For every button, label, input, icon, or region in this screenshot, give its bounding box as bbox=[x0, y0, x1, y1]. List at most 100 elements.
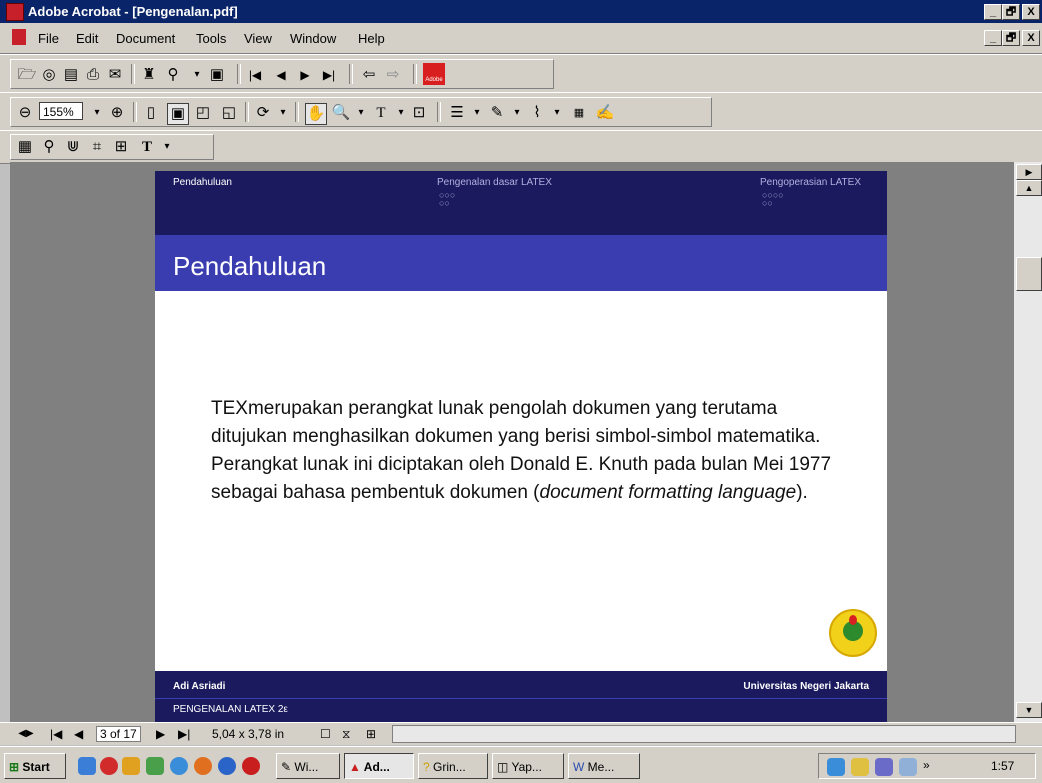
form-tool-icon[interactable]: ⊞ bbox=[111, 137, 131, 157]
doc-close-button[interactable]: X bbox=[1022, 30, 1040, 46]
help-tray-icon[interactable] bbox=[899, 758, 917, 776]
doc-restore-button[interactable]: 🗗 bbox=[1002, 30, 1020, 46]
maximize-button[interactable]: 🗗 bbox=[1002, 4, 1020, 20]
zoom-out-icon[interactable]: ⊖ bbox=[15, 103, 35, 123]
vertical-scrollbar[interactable]: ▶ ▲ ▼ bbox=[1014, 162, 1042, 722]
touchup-dropdown-icon[interactable]: ▾ bbox=[157, 137, 177, 157]
next-page-icon[interactable]: ▶ bbox=[295, 65, 315, 85]
adobe-logo-icon[interactable]: Adobe bbox=[423, 63, 445, 85]
taskbar-button-wi[interactable]: ✎ Wi... bbox=[276, 753, 340, 779]
graphics-select-icon[interactable]: ⊡ bbox=[409, 103, 429, 123]
first-page-icon[interactable]: |◀ bbox=[245, 65, 265, 85]
network-icon[interactable] bbox=[827, 758, 845, 776]
nav-section-pengoperasian-dots[interactable]: ○○○○ ○○ bbox=[762, 191, 784, 208]
navigation-pane-toggle-icon[interactable]: ◀▶ bbox=[12, 724, 40, 744]
single-page-icon[interactable]: ☐ bbox=[320, 727, 331, 741]
open-icon[interactable]: 🗁 bbox=[17, 65, 37, 85]
menu-window[interactable]: Window bbox=[290, 31, 336, 46]
last-page-icon[interactable]: ▶| bbox=[319, 65, 339, 85]
nav-section-pengoperasian[interactable]: Pengoperasian LATEX bbox=[760, 177, 861, 188]
zoom-tool-icon[interactable]: 🔍 bbox=[331, 103, 351, 123]
save-icon[interactable]: ▤ bbox=[61, 65, 81, 85]
zoom-input[interactable]: 155% bbox=[39, 102, 83, 120]
previous-page-icon[interactable]: ◀ bbox=[271, 65, 291, 85]
start-button[interactable]: ⊞ Start bbox=[4, 753, 66, 779]
hand-tool-icon[interactable]: ✋ bbox=[305, 103, 327, 125]
acrobat-app-icon[interactable] bbox=[6, 3, 24, 21]
dropdown-arrow-icon[interactable]: ▾ bbox=[187, 65, 207, 85]
find-icon[interactable]: ♜ bbox=[139, 65, 159, 85]
attach-icon[interactable]: ⚲ bbox=[39, 137, 59, 157]
horizontal-scrollbar[interactable] bbox=[392, 725, 1016, 743]
taskbar-button-grin[interactable]: ? Grin... bbox=[418, 753, 488, 779]
zoom-dropdown-icon[interactable]: ▾ bbox=[87, 103, 107, 123]
email-icon[interactable]: ✉ bbox=[105, 65, 125, 85]
browser-icon[interactable] bbox=[170, 757, 188, 775]
sign-icon[interactable]: ✍ bbox=[595, 103, 615, 123]
opera-icon[interactable] bbox=[242, 757, 260, 775]
nav-section-pendahuluan[interactable]: Pendahuluan bbox=[173, 177, 232, 188]
menu-view[interactable]: View bbox=[244, 31, 272, 46]
media-icon[interactable] bbox=[100, 757, 118, 775]
zoom-in-icon[interactable]: ⊕ bbox=[107, 103, 127, 123]
scroll-down-icon[interactable]: ▼ bbox=[1016, 702, 1042, 718]
go-back-icon[interactable]: ⇦ bbox=[359, 65, 379, 85]
taskbar-button-acrobat[interactable]: ▲ Ad... bbox=[344, 753, 414, 779]
print-icon[interactable]: ⎙ bbox=[83, 65, 103, 85]
tray-expand-icon[interactable]: » bbox=[923, 758, 930, 772]
fit-page-icon[interactable]: ▣ bbox=[167, 103, 189, 125]
language-icon[interactable] bbox=[875, 758, 893, 776]
zoom-tool-dropdown-icon[interactable]: ▾ bbox=[351, 103, 371, 123]
highlight-tool-icon[interactable]: ⌇ bbox=[527, 103, 547, 123]
touchup-text-icon[interactable]: T bbox=[137, 137, 157, 157]
spell-check-icon[interactable]: ▦ bbox=[569, 103, 589, 123]
fit-visible-icon[interactable]: ◱ bbox=[219, 103, 239, 123]
outlook-icon[interactable] bbox=[78, 757, 96, 775]
volume-icon[interactable] bbox=[851, 758, 869, 776]
document-icon[interactable] bbox=[12, 29, 26, 45]
actual-size-icon[interactable]: ▯ bbox=[141, 103, 161, 123]
previous-page-button[interactable]: ◀ bbox=[74, 727, 83, 741]
menu-document[interactable]: Document bbox=[116, 31, 175, 46]
fit-width-icon[interactable]: ◰ bbox=[193, 103, 213, 123]
link-tool-icon[interactable]: ⋓ bbox=[63, 137, 83, 157]
scrollbar-thumb[interactable] bbox=[1016, 257, 1042, 291]
movie-tool-icon[interactable]: ▦ bbox=[15, 137, 35, 157]
taskbar-button-word[interactable]: W Me... bbox=[568, 753, 640, 779]
first-page-button[interactable]: |◀ bbox=[50, 727, 62, 741]
show-hide-panel-icon[interactable]: ▣ bbox=[207, 65, 227, 85]
highlight-dropdown-icon[interactable]: ▾ bbox=[547, 103, 567, 123]
firefox-icon[interactable] bbox=[194, 757, 212, 775]
web-icon[interactable]: ◎ bbox=[39, 65, 59, 85]
chart-app-icon[interactable] bbox=[146, 757, 164, 775]
nav-section-dasar[interactable]: Pengenalan dasar LATEX bbox=[437, 177, 552, 188]
doc-minimize-button[interactable]: _ bbox=[984, 30, 1002, 46]
taskbar-button-yap[interactable]: ◫ Yap... bbox=[492, 753, 564, 779]
continuous-facing-icon[interactable]: ⊞ bbox=[366, 727, 376, 741]
continuous-icon[interactable]: ⧖ bbox=[342, 727, 350, 742]
search-icon[interactable]: ⚲ bbox=[163, 65, 183, 85]
scroll-up-icon[interactable]: ▲ bbox=[1016, 180, 1042, 196]
nav-section-dasar-dots[interactable]: ○○○ ○○ bbox=[439, 191, 455, 208]
star-icon[interactable] bbox=[122, 757, 140, 775]
next-page-button[interactable]: ▶ bbox=[156, 727, 165, 741]
rotate-dropdown-icon[interactable]: ▾ bbox=[273, 103, 293, 123]
go-forward-icon[interactable]: ⇨ bbox=[383, 65, 403, 85]
text-select-dropdown-icon[interactable]: ▾ bbox=[391, 103, 411, 123]
pencil-tool-icon[interactable]: ✎ bbox=[487, 103, 507, 123]
pencil-dropdown-icon[interactable]: ▾ bbox=[507, 103, 527, 123]
menu-tools[interactable]: Tools bbox=[196, 31, 226, 46]
next-page-arrow-icon[interactable]: ▶ bbox=[1016, 164, 1042, 180]
menu-edit[interactable]: Edit bbox=[76, 31, 98, 46]
note-dropdown-icon[interactable]: ▾ bbox=[467, 103, 487, 123]
crop-tool-icon[interactable]: ⌗ bbox=[87, 137, 107, 157]
page-indicator[interactable]: 3 of 17 bbox=[96, 726, 141, 742]
rotate-view-icon[interactable]: ⟳ bbox=[253, 103, 273, 123]
menu-file[interactable]: File bbox=[38, 31, 59, 46]
minimize-button[interactable]: _ bbox=[984, 4, 1002, 20]
close-button[interactable]: X bbox=[1022, 4, 1040, 20]
text-select-icon[interactable]: T bbox=[371, 103, 391, 123]
note-tool-icon[interactable]: ☰ bbox=[447, 103, 467, 123]
menu-help[interactable]: Help bbox=[358, 31, 385, 46]
last-page-button[interactable]: ▶| bbox=[178, 727, 190, 741]
